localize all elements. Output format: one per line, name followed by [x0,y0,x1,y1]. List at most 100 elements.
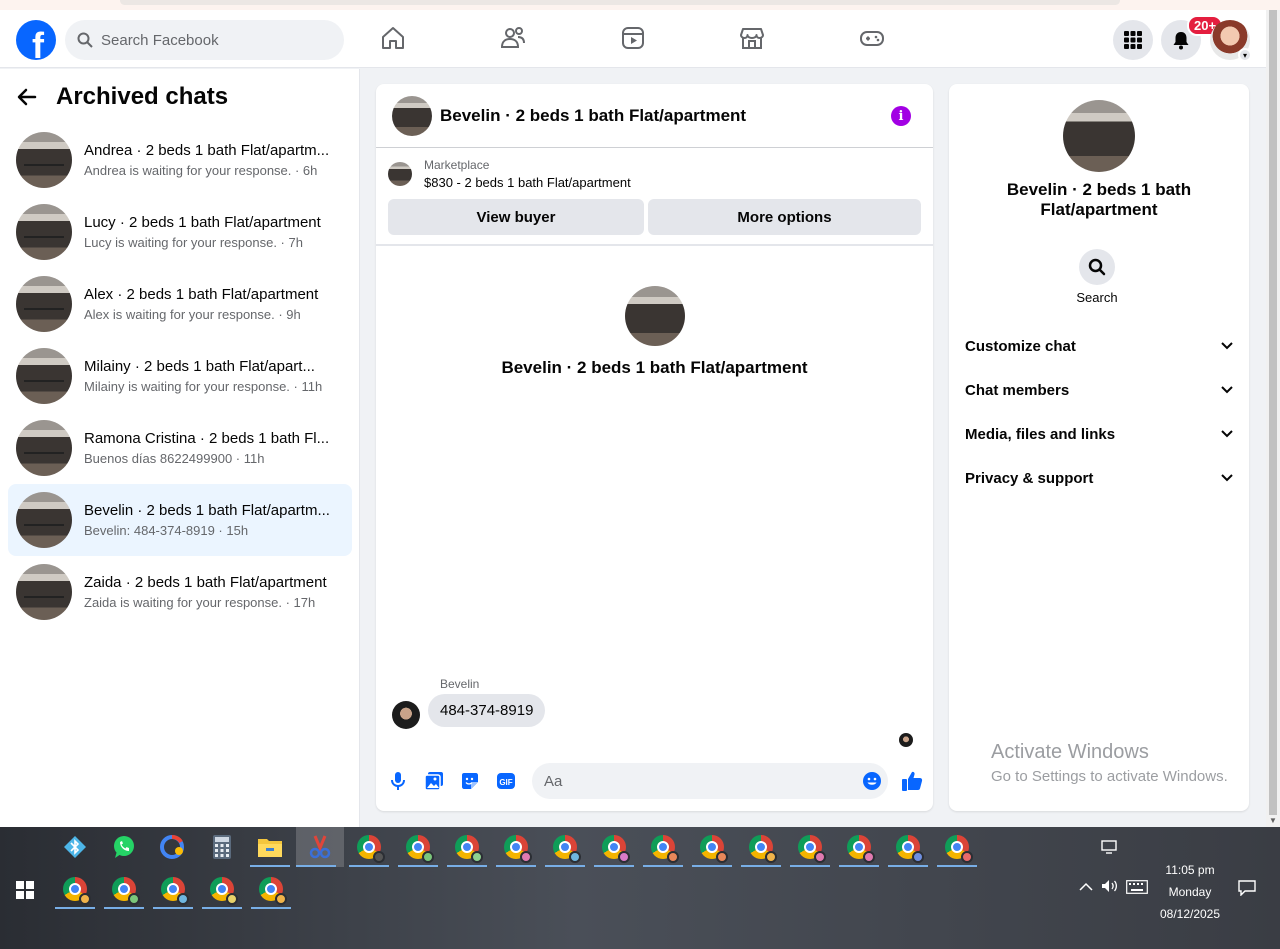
chrome-window-icon[interactable] [349,827,389,867]
back-arrow-icon[interactable] [16,86,38,108]
friends-icon[interactable] [499,24,527,52]
message-bubble[interactable]: 484-374-8919 [428,694,546,727]
details-section-row[interactable]: Privacy & support [965,468,1233,488]
action-center-icon[interactable] [1238,880,1256,899]
chat-name: Ramona Cristina · 2 beds 1 bath Fl... [84,430,330,447]
whatsapp-icon[interactable] [104,827,144,867]
view-buyer-button[interactable]: View buyer [388,199,644,235]
scrollbar-thumb[interactable] [1269,10,1277,815]
archived-chat-item[interactable]: Bevelin · 2 beds 1 bath Flat/apartm... Be… [8,484,352,556]
bluetooth-app-icon[interactable] [55,827,95,867]
archived-chat-item[interactable]: Ramona Cristina · 2 beds 1 bath Fl... Bue… [8,412,352,484]
chrome-window-icon[interactable] [496,827,536,867]
address-bar-edge [120,0,1120,5]
conversation-panel: Bevelin · 2 beds 1 bath Flat/apartment i… [376,84,933,811]
chrome-window-icon[interactable] [545,827,585,867]
chevron-up-icon[interactable] [1079,881,1093,895]
chat-preview: Milainy is waiting for your response. · … [84,379,323,394]
chrome-window-icon[interactable] [251,869,291,909]
watermark-title: Activate Windows [991,741,1149,763]
photo-icon[interactable] [424,771,444,791]
volume-icon[interactable] [1101,879,1119,896]
chrome-window-icon[interactable] [398,827,438,867]
chrome-window-icon[interactable] [888,827,928,867]
archived-chat-item[interactable]: Lucy · 2 beds 1 bath Flat/apartment Lucy … [8,196,352,268]
search-box[interactable] [65,20,344,60]
chrome-window-icon[interactable] [55,869,95,909]
network-icon[interactable] [1101,840,1119,857]
details-section-row[interactable]: Chat members [965,380,1233,400]
like-icon[interactable] [900,769,924,793]
keyboard-icon[interactable] [1126,880,1148,897]
windows-start-icon[interactable] [16,881,34,904]
sender-avatar[interactable] [392,701,420,729]
chrome-window-icon[interactable] [937,827,977,867]
gaming-icon[interactable] [858,24,886,52]
chevron-down-icon [1221,342,1233,350]
chrome-icon [798,835,826,863]
details-search-button[interactable] [1079,249,1115,285]
chrome-icon [945,835,973,863]
chat-avatar [16,420,72,476]
details-name: Bevelin · 2 beds 1 bath Flat/apartment [1006,180,1192,219]
chrome-window-icon[interactable] [741,827,781,867]
chrome-window-icon[interactable] [790,827,830,867]
archived-chat-item[interactable]: Zaida · 2 beds 1 bath Flat/apartment Zaid… [8,556,352,628]
listing-thumbnail [388,162,412,186]
message-input[interactable] [544,772,844,790]
chat-name: Zaida · 2 beds 1 bath Flat/apartment [84,574,327,591]
chat-name: Andrea · 2 beds 1 bath Flat/apartm... [84,142,330,159]
gif-icon[interactable]: GIF [496,771,516,791]
chrome-window-icon[interactable] [447,827,487,867]
more-options-button[interactable]: More options [648,199,921,235]
archived-chat-item[interactable]: Milainy · 2 beds 1 bath Flat/apart... Mil… [8,340,352,412]
chat-preview: Lucy is waiting for your response. · 7h [84,235,303,250]
facebook-logo-letter: f [32,25,44,61]
google-app-icon[interactable] [153,827,193,867]
file-explorer-icon[interactable] [250,827,290,867]
chrome-window-icon[interactable] [839,827,879,867]
chat-name: Bevelin · 2 beds 1 bath Flat/apartm... [84,502,330,519]
account-avatar[interactable]: ▾ [1210,20,1252,62]
facebook-logo[interactable]: f [16,20,56,60]
calculator-icon[interactable] [202,827,242,867]
archived-chat-item[interactable]: Andrea · 2 beds 1 bath Flat/apartm... And… [8,124,352,196]
video-icon[interactable] [619,24,647,52]
search-input[interactable] [101,31,321,49]
snipping-tool-icon[interactable] [296,827,344,867]
sticker-icon[interactable] [460,771,480,791]
menu-grid-button[interactable] [1113,20,1153,60]
microphone-icon[interactable] [388,771,408,791]
taskbar-clock[interactable]: 11:05 pm Monday 08/12/2025 [1150,859,1230,925]
chrome-window-icon[interactable] [104,869,144,909]
chat-preview: Bevelin: 484-374-8919 · 15h [84,523,249,538]
chrome-window-icon[interactable] [153,869,193,909]
chrome-window-icon[interactable] [692,827,732,867]
search-icon [77,32,93,48]
message-input-field[interactable] [532,763,888,799]
emoji-icon[interactable] [862,771,882,791]
chrome-icon [63,877,91,905]
conversation-title[interactable]: Bevelin · 2 beds 1 bath Flat/apartment [440,106,746,126]
conversation-avatar[interactable] [392,95,432,136]
details-section-row[interactable]: Customize chat [965,336,1233,356]
chrome-window-icon[interactable] [202,869,242,909]
page-scrollbar[interactable]: ▼ [1266,10,1280,827]
intro-avatar[interactable] [624,286,685,346]
chrome-window-icon[interactable] [643,827,683,867]
chrome-icon [553,835,581,863]
chrome-icon [112,877,140,905]
marketplace-icon[interactable] [738,24,766,52]
archived-chat-item[interactable]: Alex · 2 beds 1 bath Flat/apartment Alex … [8,268,352,340]
home-icon[interactable] [379,24,407,52]
chat-avatar [16,564,72,620]
details-avatar[interactable] [1063,100,1135,172]
chrome-window-icon[interactable] [594,827,634,867]
marketplace-listing[interactable]: Marketplace $830 - 2 beds 1 bath Flat/ap… [388,158,631,190]
message-composer: GIF [376,761,933,801]
chevron-down-icon [1221,474,1233,482]
listing-title: $830 - 2 beds 1 bath Flat/apartment [424,175,631,190]
info-icon[interactable]: i [891,106,911,126]
scroll-down-arrow-icon[interactable]: ▼ [1269,816,1277,825]
details-section-row[interactable]: Media, files and links [965,424,1233,444]
